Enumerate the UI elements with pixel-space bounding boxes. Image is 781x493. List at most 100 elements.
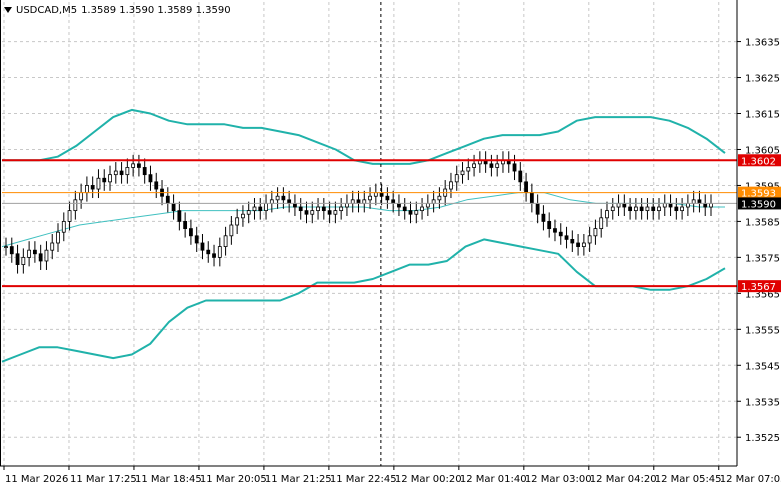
candle-body — [420, 206, 424, 212]
ohlc-values: 1.3589 1.3590 1.3589 1.3590 — [81, 4, 231, 16]
candle-body — [269, 199, 274, 204]
candle-body — [171, 203, 176, 212]
candle-body — [9, 246, 14, 255]
candle-body — [697, 199, 702, 204]
candle-body — [685, 203, 690, 208]
candle-body — [281, 195, 286, 201]
candle-body — [570, 238, 575, 244]
candle-body — [628, 206, 632, 212]
candle-body — [489, 163, 494, 168]
y-tick-label: 1.3585 — [745, 217, 780, 228]
chart-canvas[interactable]: 1.36351.36251.36151.36051.35951.35851.35… — [0, 0, 781, 489]
candle-body — [229, 224, 234, 237]
candle-body — [15, 253, 20, 265]
grid — [0, 0, 781, 489]
candle-body — [674, 206, 679, 212]
x-tick-label: 12 Mar 03:00 — [525, 474, 592, 485]
candle-body — [154, 181, 159, 190]
candle-body — [119, 170, 124, 176]
candle-body — [454, 174, 459, 183]
candle-body — [333, 210, 338, 215]
candle-body — [246, 210, 251, 215]
candle-body — [310, 210, 315, 215]
candle-body — [194, 235, 199, 244]
x-tick-label: 12 Mar 04:20 — [590, 474, 657, 485]
candle-body — [633, 206, 638, 212]
candle-body — [587, 235, 592, 244]
candle-body — [125, 167, 130, 176]
candle-body — [529, 192, 534, 204]
candle-body — [368, 195, 372, 201]
x-tick-label: 12 Mar 05:45 — [655, 474, 722, 485]
x-tick-label: 11 Mar 18:45 — [135, 474, 202, 485]
candle-body — [206, 249, 211, 255]
candle-body — [651, 206, 656, 212]
y-tick-label: 1.3545 — [745, 361, 780, 372]
candle-body — [437, 195, 442, 201]
candle-body — [402, 206, 407, 212]
candle-body — [425, 203, 430, 208]
x-tick-label: 11 Mar 20:05 — [200, 474, 267, 485]
x-tick-label: 12 Mar 07:05 — [720, 474, 781, 485]
candle-body — [662, 203, 667, 208]
candle-body — [32, 249, 37, 255]
candle-body — [547, 221, 552, 230]
candle-body — [298, 206, 303, 212]
background — [0, 0, 781, 489]
candle-body — [553, 228, 557, 233]
candle-body — [558, 231, 563, 237]
candle-body — [709, 203, 713, 208]
candle-body — [183, 221, 188, 230]
candle-body — [472, 163, 476, 168]
candle-body — [85, 185, 89, 194]
candle-body — [275, 195, 280, 201]
price-chart[interactable]: 1.36351.36251.36151.36051.35951.35851.35… — [0, 0, 781, 489]
candle-body — [460, 170, 465, 176]
candle-body — [645, 206, 650, 212]
candle-body — [541, 213, 546, 222]
candle-body — [44, 249, 49, 262]
candle-body — [339, 206, 344, 212]
y-tick-label: 1.3555 — [745, 325, 780, 336]
candle-body — [148, 174, 153, 183]
candle-body — [21, 256, 26, 265]
candle-body — [67, 210, 72, 222]
candle-body — [90, 185, 95, 190]
chart-header: USDCAD,M5 1.3589 1.3590 1.3589 1.3590 — [4, 3, 231, 17]
candle-body — [79, 192, 84, 201]
candle-body — [356, 199, 361, 204]
candle-body — [27, 249, 32, 258]
candle-body — [518, 170, 523, 183]
candle-body — [431, 199, 436, 204]
candle-body — [599, 217, 604, 230]
candle-body — [264, 203, 268, 212]
candle-body — [189, 228, 193, 237]
y-tick-label: 1.3575 — [745, 253, 780, 264]
candle-body — [535, 203, 540, 215]
candle-body — [73, 199, 78, 212]
candle-body — [217, 246, 222, 258]
candle-body — [212, 253, 216, 258]
candle-body — [668, 203, 673, 208]
upper-level-label: 1.3602 — [741, 156, 776, 167]
x-tick-label: 12 Mar 00:20 — [395, 474, 462, 485]
candle-body — [61, 221, 66, 233]
candle-body — [38, 253, 43, 262]
y-tick-label: 1.3535 — [745, 397, 780, 408]
candle-body — [345, 203, 349, 208]
candle-body — [131, 163, 136, 168]
candle-body — [142, 167, 147, 176]
x-tick-label: 11 Mar 17:25 — [70, 474, 137, 485]
candle-body — [657, 206, 661, 212]
candle-body — [258, 206, 263, 212]
candle-body — [316, 206, 320, 212]
candle-body — [495, 163, 500, 168]
candle-body — [524, 181, 528, 194]
candle-body — [373, 192, 378, 197]
candle-body — [4, 246, 8, 248]
candle-body — [252, 206, 257, 212]
triangle-down-icon[interactable] — [4, 7, 12, 13]
candle-body — [593, 228, 598, 237]
candle-body — [235, 217, 240, 226]
candle-body — [622, 203, 627, 208]
